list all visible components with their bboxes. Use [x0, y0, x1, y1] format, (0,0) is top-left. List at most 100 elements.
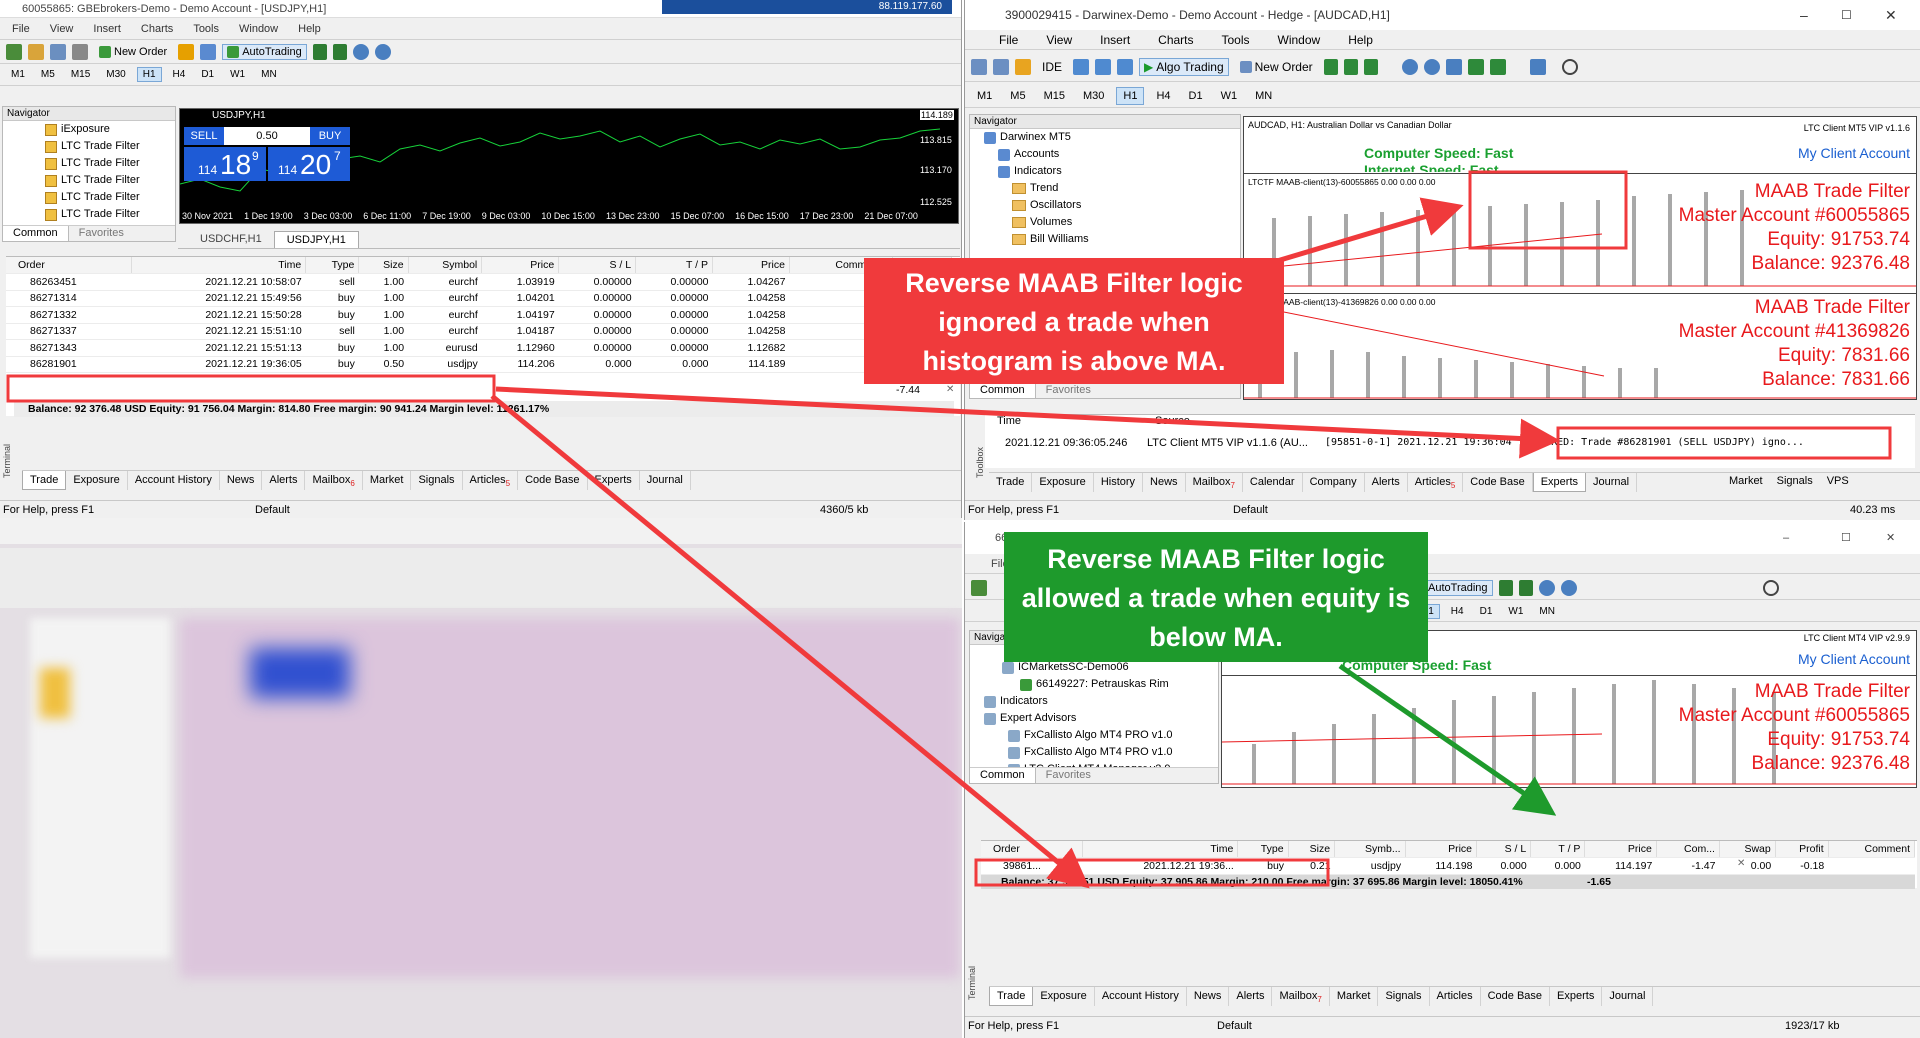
- tab-articles[interactable]: Articles5: [1408, 473, 1464, 492]
- tab-code-base[interactable]: Code Base: [1481, 987, 1551, 1006]
- tab-account-history[interactable]: Account History: [1095, 987, 1187, 1006]
- tab-calendar[interactable]: Calendar: [1243, 473, 1303, 492]
- table-row[interactable]: 86263451 2021.12.21 10:58:07 sell 1.00 eurch…: [6, 273, 952, 291]
- close-icon[interactable]: ✕: [1885, 0, 1897, 30]
- new-chart-icon[interactable]: [971, 58, 987, 75]
- menu-item[interactable]: Window: [1278, 33, 1321, 47]
- navigator-item[interactable]: iExposure: [41, 121, 175, 138]
- tab-experts[interactable]: Experts: [588, 471, 640, 490]
- tab-account-history[interactable]: Account History: [128, 471, 220, 490]
- candle-chart-icon[interactable]: [332, 43, 347, 60]
- tab-common[interactable]: Common: [3, 226, 69, 241]
- tab-mailbox[interactable]: Mailbox7: [1186, 473, 1243, 492]
- zoom-out-icon[interactable]: [1423, 58, 1440, 75]
- candles-icon[interactable]: [1343, 58, 1358, 75]
- column-header[interactable]: Time: [1082, 841, 1239, 858]
- tab-articles[interactable]: Articles: [1430, 987, 1481, 1006]
- navigator-item[interactable]: Darwinex MT5: [978, 129, 1240, 146]
- tab-common[interactable]: Common: [970, 768, 1036, 783]
- column-header[interactable]: Profit: [1775, 841, 1829, 858]
- table-row[interactable]: 39861... 2021.12.21 19:36... buy 0.21 usdjpy…: [981, 857, 1915, 875]
- navigator-item[interactable]: LTC Trade Filter: [41, 172, 175, 189]
- tab-favorites[interactable]: Favorites: [1036, 768, 1101, 783]
- timeframe-button[interactable]: M15: [66, 68, 95, 81]
- column-header[interactable]: Size: [358, 257, 409, 274]
- column-header[interactable]: Com...: [1656, 841, 1720, 858]
- timeframe-button[interactable]: M30: [101, 68, 130, 81]
- navigator-item[interactable]: LTC Trade Filter: [41, 155, 175, 172]
- tab-articles[interactable]: Articles5: [463, 471, 519, 490]
- menu-item[interactable]: View: [50, 23, 74, 35]
- chart-tab-usdchf[interactable]: USDCHF,H1: [188, 231, 274, 248]
- new-chart-icon[interactable]: [971, 579, 987, 596]
- timeframe-button[interactable]: M5: [1004, 88, 1031, 104]
- navigator-item[interactable]: Expert Advisors: [980, 710, 1218, 727]
- column-header[interactable]: Time: [131, 257, 307, 274]
- audcad-chart[interactable]: AUDCAD, H1: Australian Dollar vs Canadia…: [1243, 116, 1917, 400]
- menu-item[interactable]: Window: [239, 23, 278, 35]
- tab-code-base[interactable]: Code Base: [1463, 473, 1533, 492]
- globe-icon[interactable]: [1117, 58, 1134, 75]
- navigator-item[interactable]: LTC Trade Filter: [41, 189, 175, 206]
- chart-tab-usdjpy[interactable]: USDJPY,H1: [273, 231, 359, 248]
- navigator-item[interactable]: Trend: [978, 180, 1240, 197]
- tab-signals[interactable]: Signals: [1378, 987, 1430, 1006]
- navigator-item[interactable]: Bill Williams: [978, 231, 1240, 248]
- screenshot-icon[interactable]: [1529, 58, 1546, 75]
- timeframe-button[interactable]: MN: [1534, 605, 1560, 618]
- autotrading-button[interactable]: AutoTrading: [222, 43, 307, 60]
- tab-market[interactable]: Market: [363, 471, 412, 490]
- column-header[interactable]: Price: [712, 257, 790, 274]
- navigator-item[interactable]: FxCallisto Algo MT4 PRO v1.0: [980, 744, 1218, 761]
- tab-alerts[interactable]: Alerts: [262, 471, 306, 490]
- maximize-icon[interactable]: ☐: [1841, 522, 1851, 554]
- tile-icon[interactable]: [1445, 58, 1462, 75]
- menu-item[interactable]: File: [12, 23, 30, 35]
- dollar-icon[interactable]: [1015, 58, 1031, 75]
- zoom-out-icon[interactable]: [1560, 579, 1577, 596]
- column-header[interactable]: Order: [981, 841, 1083, 858]
- tab-news[interactable]: News: [1143, 473, 1186, 492]
- tab-company[interactable]: Company: [1303, 473, 1365, 492]
- minimize-icon[interactable]: –: [1783, 522, 1789, 554]
- close-order-icon[interactable]: ✕: [946, 384, 954, 395]
- timeframe-button[interactable]: MN: [1249, 88, 1278, 104]
- timeframe-button[interactable]: M30: [1077, 88, 1110, 104]
- line-chart-icon[interactable]: [1363, 58, 1378, 75]
- bar-chart-icon[interactable]: [1498, 579, 1513, 596]
- navigator-item[interactable]: Accounts: [978, 146, 1240, 163]
- table-row[interactable]: 86281901 2021.12.21 19:36:05 buy 0.50 usdjpy…: [6, 356, 952, 373]
- timeframe-button[interactable]: W1: [225, 68, 250, 81]
- timeframe-button[interactable]: MN: [256, 68, 282, 81]
- zoom-in-icon[interactable]: [1401, 58, 1418, 75]
- tab-exposure[interactable]: Exposure: [1032, 473, 1094, 492]
- menu-item[interactable]: Tools: [193, 23, 219, 35]
- vps-link[interactable]: VPS: [1827, 475, 1849, 487]
- menu-item[interactable]: File: [999, 33, 1018, 47]
- table-row[interactable]: 86271343 2021.12.21 15:51:13 buy 1.00 eurusd…: [6, 339, 952, 357]
- new-order-button[interactable]: New Order: [94, 44, 172, 60]
- column-header[interactable]: S / L: [558, 257, 637, 274]
- zoom-out-icon[interactable]: [374, 43, 391, 60]
- search-icon[interactable]: [1561, 58, 1578, 75]
- metaeditor-icon[interactable]: [178, 43, 195, 60]
- navigator-item[interactable]: Indicators: [978, 163, 1240, 180]
- chart-type-icon[interactable]: [993, 58, 1009, 75]
- close-order-icon[interactable]: ✕: [1737, 858, 1745, 869]
- column-header[interactable]: Order: [6, 257, 132, 274]
- column-header[interactable]: T / P: [635, 257, 714, 274]
- tab-trade[interactable]: Trade: [989, 473, 1033, 492]
- tab-code-base[interactable]: Code Base: [518, 471, 588, 490]
- column-header[interactable]: Type: [305, 257, 360, 274]
- crosshair-icon[interactable]: [72, 43, 88, 60]
- new-chart-icon[interactable]: [6, 43, 22, 60]
- candle-chart-icon[interactable]: [1518, 579, 1533, 596]
- timeframe-button[interactable]: D1: [196, 68, 219, 81]
- tab-alerts[interactable]: Alerts: [1365, 473, 1408, 492]
- buy-price[interactable]: 114 20 7: [268, 147, 350, 181]
- timeframe-button[interactable]: M1: [6, 68, 30, 81]
- buy-button[interactable]: BUY: [310, 127, 350, 145]
- tab-trade[interactable]: Trade: [22, 471, 67, 490]
- column-header[interactable]: Swap: [1719, 841, 1776, 858]
- tab-signals[interactable]: Signals: [411, 471, 463, 490]
